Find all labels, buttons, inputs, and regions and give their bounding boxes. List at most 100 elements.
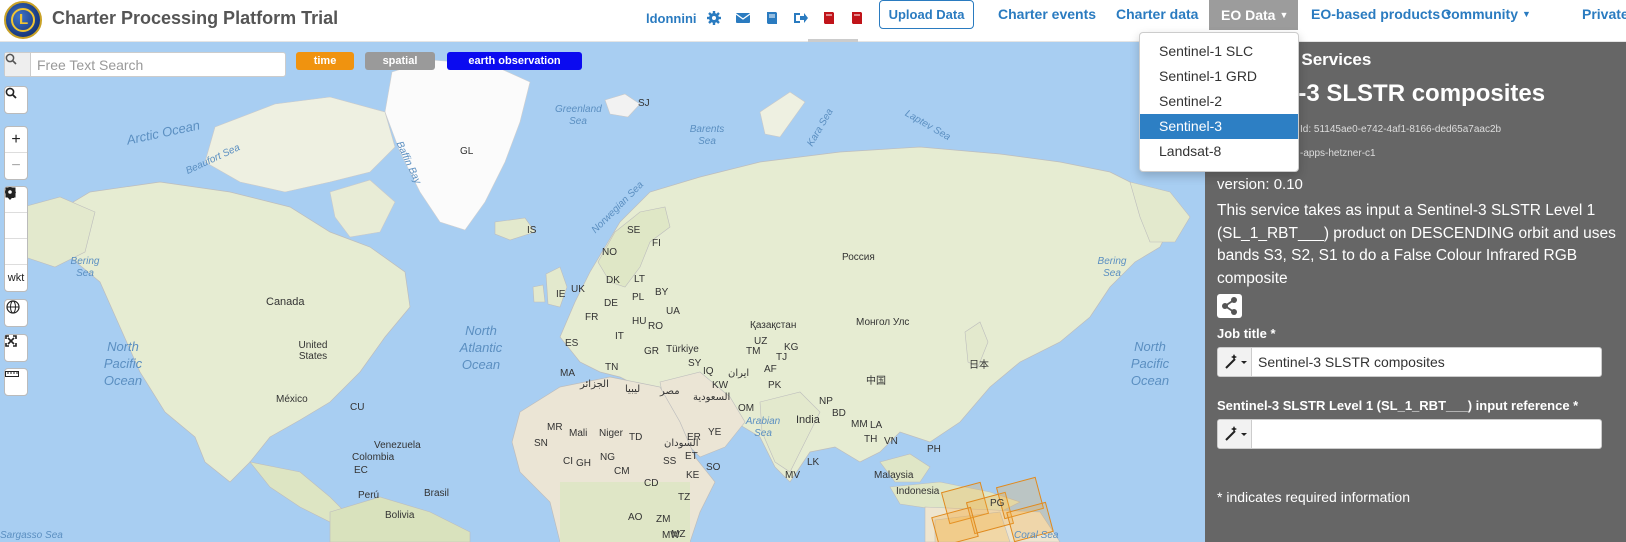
job-title-input[interactable] — [1254, 348, 1599, 376]
envelope-icon[interactable] — [735, 10, 751, 26]
input-reference-field — [1217, 419, 1602, 449]
charter-logo[interactable]: L — [4, 1, 42, 39]
dropdown-item-sentinel-3[interactable]: Sentinel-3 — [1140, 114, 1298, 139]
sea-label-bering-e: Bering Sea — [1097, 256, 1127, 279]
zoom-in-button[interactable]: + — [5, 127, 27, 153]
nav-community[interactable]: Community ▼ — [1441, 6, 1531, 22]
map-label-bo: Bolivia — [385, 510, 415, 521]
upload-data-button[interactable]: Upload Data — [879, 0, 974, 29]
expand-icon — [5, 335, 17, 347]
eo-data-dropdown: Sentinel-1 SLC Sentinel-1 GRD Sentinel-2… — [1139, 32, 1299, 172]
tag-earth-observation[interactable]: earth observation — [447, 52, 582, 70]
tag-time[interactable]: time — [296, 52, 354, 70]
measure-control — [4, 368, 28, 396]
map-label-mn: Монгол Улс — [856, 317, 910, 328]
map-label-pg: PG — [990, 498, 1005, 509]
sea-label-sargasso: Sargasso Sea — [0, 530, 63, 541]
book-red-icon-2[interactable] — [849, 10, 865, 26]
map-label-lk: LK — [807, 457, 820, 468]
world-map[interactable]: GL SJ IS SE FI NO DK LT IE UK DE PL BY F… — [0, 42, 1205, 542]
map-label-ph: PH — [927, 444, 941, 455]
service-host: -apps-hetzner-c1 — [1300, 148, 1376, 159]
map-label-ng: NG — [600, 452, 615, 463]
required-footnote: * indicates required information — [1217, 489, 1410, 505]
map-tiles — [0, 42, 1205, 542]
map-label-id: Indonesia — [896, 486, 940, 497]
book-icon[interactable] — [764, 10, 780, 26]
dropdown-item-sentinel-1-slc[interactable]: Sentinel-1 SLC — [1140, 39, 1298, 64]
draw-rectangle-button[interactable] — [5, 187, 27, 239]
share-icon — [1222, 297, 1237, 315]
share-button[interactable] — [1217, 294, 1242, 318]
map-label-vn: VN — [884, 436, 898, 447]
map-label-kz: Қазақстан — [750, 320, 797, 331]
nav-eo-products-label: EO-based products — [1311, 6, 1441, 22]
sign-out-icon[interactable] — [792, 10, 808, 26]
map-label-iq: IQ — [703, 366, 714, 377]
nav-private[interactable]: Private — [1582, 6, 1626, 22]
map-label-mw: MW — [662, 530, 680, 541]
map-label-la: LA — [870, 420, 883, 431]
book-red-icon[interactable] — [821, 10, 837, 26]
sea-label-barents: Barents Sea — [689, 124, 725, 147]
map-label-ml: Mali — [569, 428, 588, 439]
nav-eo-data-label: EO Data — [1221, 7, 1276, 23]
map-label-by: BY — [655, 287, 669, 298]
job-title-field — [1217, 347, 1602, 377]
map-label-ec: EC — [354, 465, 368, 476]
map-label-mv: MV — [785, 470, 800, 481]
dropdown-item-landsat-8[interactable]: Landsat-8 — [1140, 139, 1298, 164]
ocean-label-north-pacific-w: North Pacific Ocean — [103, 339, 143, 388]
map-label-ss: SS — [663, 456, 677, 467]
map-label-eg: مصر — [660, 386, 680, 397]
input-reference-input[interactable] — [1254, 420, 1599, 448]
sea-label-arabian: Arabian Sea — [745, 416, 781, 439]
map-label-tn: TN — [605, 362, 619, 373]
magic-wand-dropdown[interactable] — [1218, 348, 1252, 376]
nav-charter-events[interactable]: Charter events — [998, 6, 1096, 22]
map-label-kw: KW — [712, 380, 729, 391]
map-label-gh: GH — [576, 458, 591, 469]
map-label-ie: IE — [556, 289, 566, 300]
measure-button[interactable] — [5, 369, 27, 395]
magic-wand-dropdown[interactable] — [1218, 420, 1252, 448]
free-text-search-input[interactable] — [33, 53, 283, 76]
nav-charter-data[interactable]: Charter data — [1116, 6, 1198, 22]
nav-eo-data[interactable]: EO Data ▼ — [1209, 0, 1298, 30]
service-description: This service takes as input a Sentinel-3… — [1217, 202, 1616, 287]
map-label-er: ER — [687, 432, 701, 443]
map-label-is: IS — [527, 225, 537, 236]
dropdown-item-sentinel-2[interactable]: Sentinel-2 — [1140, 89, 1298, 114]
dropdown-item-sentinel-1-grd[interactable]: Sentinel-1 GRD — [1140, 64, 1298, 89]
map-label-mr: MR — [547, 422, 563, 433]
caret-down-icon: ▼ — [1522, 9, 1531, 19]
map-label-sa: السعودية — [693, 392, 731, 403]
map-label-ne: Niger — [599, 428, 623, 439]
service-version: version: 0.10 — [1217, 176, 1303, 193]
map-label-ma: MA — [560, 368, 575, 379]
gear-icon[interactable] — [706, 10, 722, 26]
fullscreen-button[interactable] — [5, 335, 27, 361]
map-label-mx: México — [276, 394, 308, 405]
ocean-label-north-pacific-e: North Pacific Ocean — [1130, 339, 1170, 388]
user-link[interactable]: ldonnini — [646, 11, 697, 26]
map-label-es: ES — [565, 338, 579, 349]
map-label-lt: LT — [634, 274, 645, 285]
nav-eo-products[interactable]: EO-based products ▼ — [1311, 6, 1453, 22]
search-icon[interactable] — [5, 53, 31, 76]
wkt-button[interactable]: wkt — [5, 265, 27, 291]
map-label-cn: 中国 — [866, 376, 886, 387]
layers-button[interactable] — [5, 300, 27, 326]
map-label-om: OM — [738, 403, 755, 414]
map-label-ly: ليبيا — [625, 384, 641, 395]
job-title-label: Job title * — [1217, 326, 1276, 341]
draw-marker-button[interactable] — [5, 187, 27, 265]
map-label-fi: FI — [652, 238, 661, 249]
layers-control — [4, 299, 28, 327]
tag-spatial[interactable]: spatial — [365, 52, 435, 70]
brand-title[interactable]: Charter Processing Platform Trial — [52, 8, 338, 29]
search-area-button[interactable] — [5, 87, 27, 113]
zoom-out-button[interactable]: − — [5, 153, 27, 179]
map-label-us: United States — [298, 340, 328, 362]
nav-community-label: Community — [1441, 6, 1518, 22]
